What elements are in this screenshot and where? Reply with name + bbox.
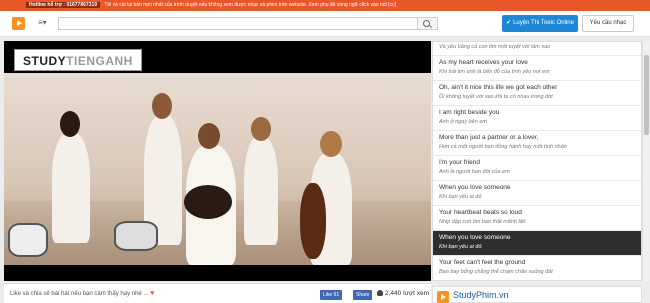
lyrics-scrollbar[interactable] <box>642 41 649 281</box>
share-prompt: Like và chia sẻ bài hát nếu bạn cảm thấy… <box>10 290 154 297</box>
lyric-en: More than just a partner or a lover, <box>439 134 539 141</box>
hotline-badge: Hotline hỗ trợ : 01677867319 <box>26 2 101 8</box>
band-member <box>52 133 90 243</box>
lyric-line[interactable]: Và yêu bằng cả con tim một tuyệt vời làm… <box>433 42 641 56</box>
lyric-vi: Anh là người bạn đời của em <box>439 169 510 175</box>
lyric-en: Your heartbeat beats so loud <box>439 209 522 216</box>
lyric-en: When you love someone <box>439 184 511 191</box>
lyric-line[interactable]: As my heart receives your love Khi trái … <box>433 56 641 81</box>
guitar <box>184 185 232 219</box>
lyric-vi: Và yêu bằng cả con tim một tuyệt vời làm… <box>439 44 551 50</box>
lyric-en: I am right beside you <box>439 109 500 116</box>
banner-text: StudyPhim.vn <box>453 290 509 300</box>
band-member-head <box>60 111 80 137</box>
lyric-vi: Khi bạn yêu ai đó <box>439 194 482 200</box>
play-icon <box>437 291 449 303</box>
lyric-en: When you love someone <box>439 234 511 241</box>
lyric-vi: Nhịp đập con tim bạn thật mãnh liệt <box>439 219 526 225</box>
lyric-line[interactable]: I am right beside you Anh ở ngay bên em <box>433 106 641 131</box>
lyric-line[interactable]: I'm your friend Anh là người bạn đời của… <box>433 156 641 181</box>
facebook-like-button[interactable]: Like 61 <box>320 290 343 300</box>
band-member-head <box>251 117 271 141</box>
band-member-head <box>152 93 172 119</box>
share-text: Like và chia sẻ bài hát nếu bạn cảm thấy… <box>10 291 149 297</box>
watermark-logo: STUDYTIENGANH <box>14 49 142 71</box>
lyric-line-active[interactable]: When you love someone Khi bạn yêu ai đó <box>433 231 641 256</box>
lyric-en: Your feet can't feel the ground <box>439 259 526 266</box>
heart-icon: ♥ <box>150 290 155 297</box>
lyric-vi: Bạn bay bổng chẳng thể chạm chân xuống đ… <box>439 269 553 275</box>
band-member <box>244 137 278 245</box>
lyric-vi: Anh ở ngay bên em <box>439 119 487 125</box>
facebook-share-button[interactable]: Share <box>353 290 373 300</box>
view-count-text: 2,440 lượt xem <box>385 290 430 297</box>
scrollbar-thumb[interactable] <box>644 55 649 135</box>
lyric-line[interactable]: When you love someone Khi bạn yêu ai đó <box>433 181 641 206</box>
lyric-line[interactable]: More than just a partner or a lover, Hơn… <box>433 131 641 156</box>
view-count: 2,440 lượt xem <box>377 290 429 297</box>
lyric-vi: Khi bạn yêu ai đó <box>439 244 482 250</box>
lyric-en: As my heart receives your love <box>439 59 528 66</box>
lyric-vi: Khi trái tim anh là bến đỗ của tình yêu … <box>439 69 550 75</box>
lyric-vi: Hơn cả một người bạn đồng hành hay một t… <box>439 144 567 150</box>
video-player[interactable]: STUDYTIENGANH <box>4 41 431 281</box>
check-icon: ✔ <box>506 20 512 26</box>
studyphim-banner[interactable]: StudyPhim.vn <box>432 286 642 303</box>
search-button[interactable] <box>418 17 438 30</box>
site-header: ≡▾ ✔ Luyện Thi Toeic Online Yêu cầu nhạc <box>0 11 650 37</box>
band-member-head <box>320 131 342 157</box>
toeic-button-label: Luyện Thi Toeic Online <box>513 20 574 26</box>
lyric-vi: Ôi không tuyệt vời sao khi ta có nhau tr… <box>439 94 553 100</box>
toeic-button[interactable]: ✔ Luyện Thi Toeic Online <box>502 15 578 32</box>
watermark-bold: STUDY <box>23 54 67 68</box>
notice-bar: Hotline hỗ trợ : 01677867319 Tải và cài … <box>0 0 650 11</box>
lyric-line[interactable]: Your feet can't feel the ground Bạn bay … <box>433 256 641 280</box>
video-footer: Like và chia sẻ bài hát nếu bạn cảm thấy… <box>4 283 431 303</box>
drum <box>114 221 158 251</box>
search-input[interactable] <box>58 17 418 30</box>
lyrics-panel[interactable]: Và yêu bằng cả con tim một tuyệt vời làm… <box>432 41 642 281</box>
cello <box>300 183 326 259</box>
drum <box>8 223 48 257</box>
lyric-line[interactable]: Oh, ain't it nice this life we got each … <box>433 81 641 106</box>
lyric-en: Oh, ain't it nice this life we got each … <box>439 84 558 91</box>
lyric-line[interactable]: Your heartbeat beats so loud Nhịp đập co… <box>433 206 641 231</box>
play-icon[interactable] <box>12 17 25 30</box>
request-song-button[interactable]: Yêu cầu nhạc <box>582 15 634 32</box>
band-member-head <box>198 123 220 149</box>
user-icon <box>377 290 383 296</box>
menu-button[interactable]: ≡▾ <box>38 18 47 27</box>
notice-text: Tải và cài lại bản mới nhất của trình du… <box>104 2 397 8</box>
watermark-light: TIENGANH <box>66 54 133 68</box>
lyric-en: I'm your friend <box>439 159 480 166</box>
video-frame <box>4 73 431 265</box>
